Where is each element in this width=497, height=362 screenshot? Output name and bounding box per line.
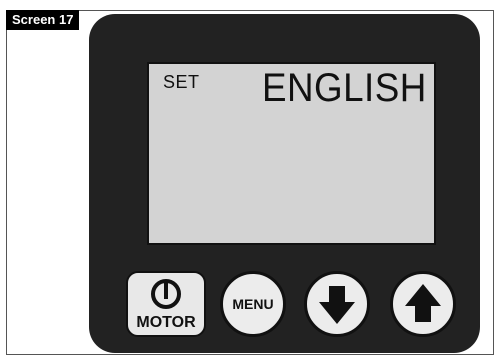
power-icon xyxy=(128,277,204,311)
down-button[interactable] xyxy=(304,271,370,337)
motor-button[interactable]: MOTOR xyxy=(126,271,206,337)
lcd-set-label: SET xyxy=(163,72,200,92)
arrow-up-icon xyxy=(405,284,441,322)
menu-button[interactable]: MENU xyxy=(220,271,286,337)
screen-number-tag: Screen 17 xyxy=(6,10,80,30)
lcd-language-value: ENGLISH xyxy=(262,66,427,110)
up-button[interactable] xyxy=(390,271,456,337)
menu-button-label: MENU xyxy=(232,296,274,312)
motor-button-label: MOTOR xyxy=(136,314,196,331)
arrow-down-icon xyxy=(319,286,355,324)
